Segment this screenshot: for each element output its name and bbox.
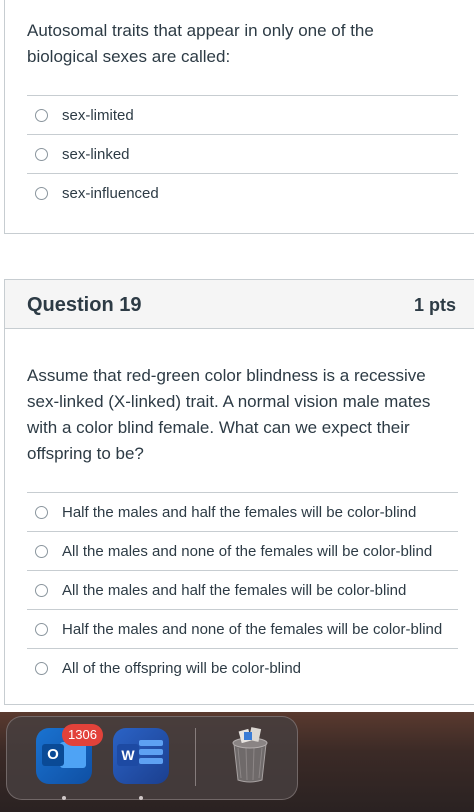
answer-option[interactable]: All the males and half the females will … [27,570,458,609]
answer-label: sex-linked [62,145,130,163]
radio-button[interactable] [35,583,48,597]
answer-label: Half the males and none of the females w… [62,620,443,638]
outlook-letter: O [42,744,64,766]
question-19-text: Assume that red-green color blindness is… [27,366,431,463]
dock-separator [195,728,196,786]
radio-button[interactable] [35,505,48,519]
answer-option[interactable]: All the males and none of the females wi… [27,531,458,570]
word-icon[interactable]: W [113,728,169,784]
question-points: 1 pts [413,295,456,315]
question-18-card: Autosomal traits that appear in only one… [4,0,474,234]
question-18-answers: sex-limited sex-linked sex-influenced [27,95,458,212]
trash-icon[interactable] [224,722,276,786]
answer-option[interactable]: sex-influenced [27,173,458,212]
radio-button[interactable] [35,661,48,675]
question-header: Question 19 1 pts [5,280,474,329]
answer-option[interactable]: sex-limited [27,95,458,134]
answer-label: Half the males and half the females will… [62,503,417,521]
radio-button[interactable] [35,622,48,636]
radio-button[interactable] [35,108,48,122]
radio-button[interactable] [35,544,48,558]
question-title: Question 19 [27,294,142,316]
answer-option[interactable]: Half the males and none of the females w… [27,609,458,648]
answer-label: All the males and none of the females wi… [62,542,433,560]
answer-label: All the males and half the females will … [62,581,407,599]
running-indicator [62,796,66,800]
answer-label: sex-influenced [62,184,159,202]
notification-badge: 1306 [62,724,103,746]
radio-button[interactable] [35,186,48,200]
radio-button[interactable] [35,147,48,161]
question-19-card: Question 19 1 pts Assume that red-green … [4,279,474,705]
question-19-answers: Half the males and half the females will… [27,492,458,687]
question-18-text: Autosomal traits that appear in only one… [27,21,374,66]
answer-option[interactable]: sex-linked [27,134,458,173]
answer-label: All of the offspring will be color-blind [62,659,302,677]
running-indicator [139,796,143,800]
answer-label: sex-limited [62,106,134,124]
answer-option[interactable]: Half the males and half the females will… [27,492,458,531]
answer-option[interactable]: All of the offspring will be color-blind [27,648,458,687]
word-letter: W [117,744,139,766]
word-lines [139,740,163,770]
